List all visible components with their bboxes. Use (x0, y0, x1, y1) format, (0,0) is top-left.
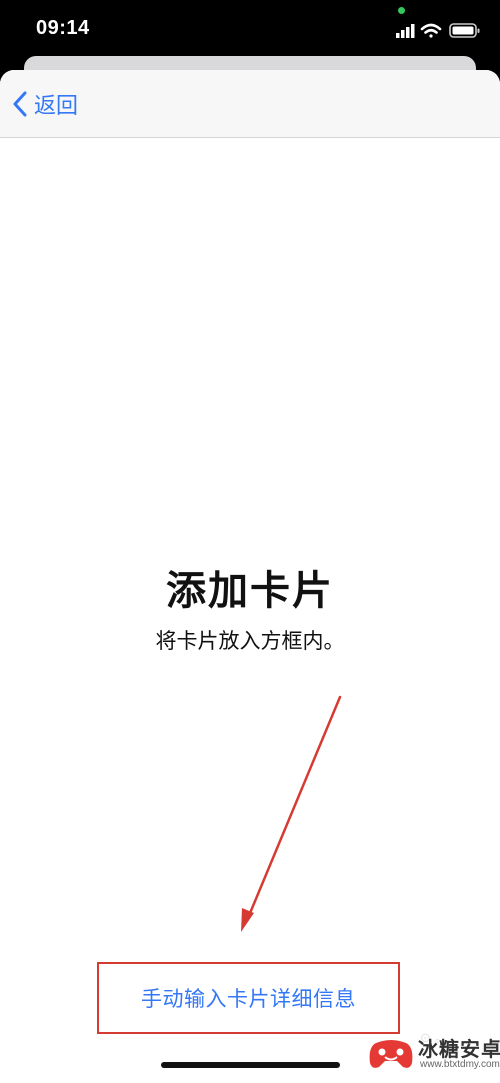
watermark-name: 冰糖安卓网 (418, 1037, 500, 1061)
add-card-sheet: 返回 添加卡片 将卡片放入方框内。 手动输入卡片详细信息 ⊙ 。 冰糖安卓网 w… (0, 70, 500, 1083)
status-time: 09:14 (36, 17, 90, 39)
signal-icon (396, 24, 415, 38)
back-label: 返回 (34, 94, 79, 119)
page-subtitle: 将卡片放入方框内。 (155, 629, 345, 653)
navigation-bar: 返回 (0, 70, 500, 138)
chevron-left-icon (13, 91, 27, 117)
gamepad-logo-icon (369, 1040, 413, 1068)
home-indicator[interactable] (161, 1062, 340, 1068)
manual-entry-button[interactable]: 手动输入卡片详细信息 (97, 962, 400, 1034)
privacy-indicator-dot (398, 7, 405, 14)
status-icons (396, 23, 480, 38)
back-button[interactable]: 返回 (12, 86, 78, 122)
status-bar: 09:14 (0, 0, 500, 62)
page-title: 添加卡片 (166, 568, 334, 614)
watermark-url: www.btxtdmy.com (420, 1059, 500, 1070)
watermark: ⊙ 。 冰糖安卓网 www.btxtdmy.com (360, 1021, 500, 1083)
manual-entry-label: 手动输入卡片详细信息 (141, 987, 356, 1011)
battery-icon (449, 23, 480, 38)
wifi-icon (420, 23, 442, 38)
